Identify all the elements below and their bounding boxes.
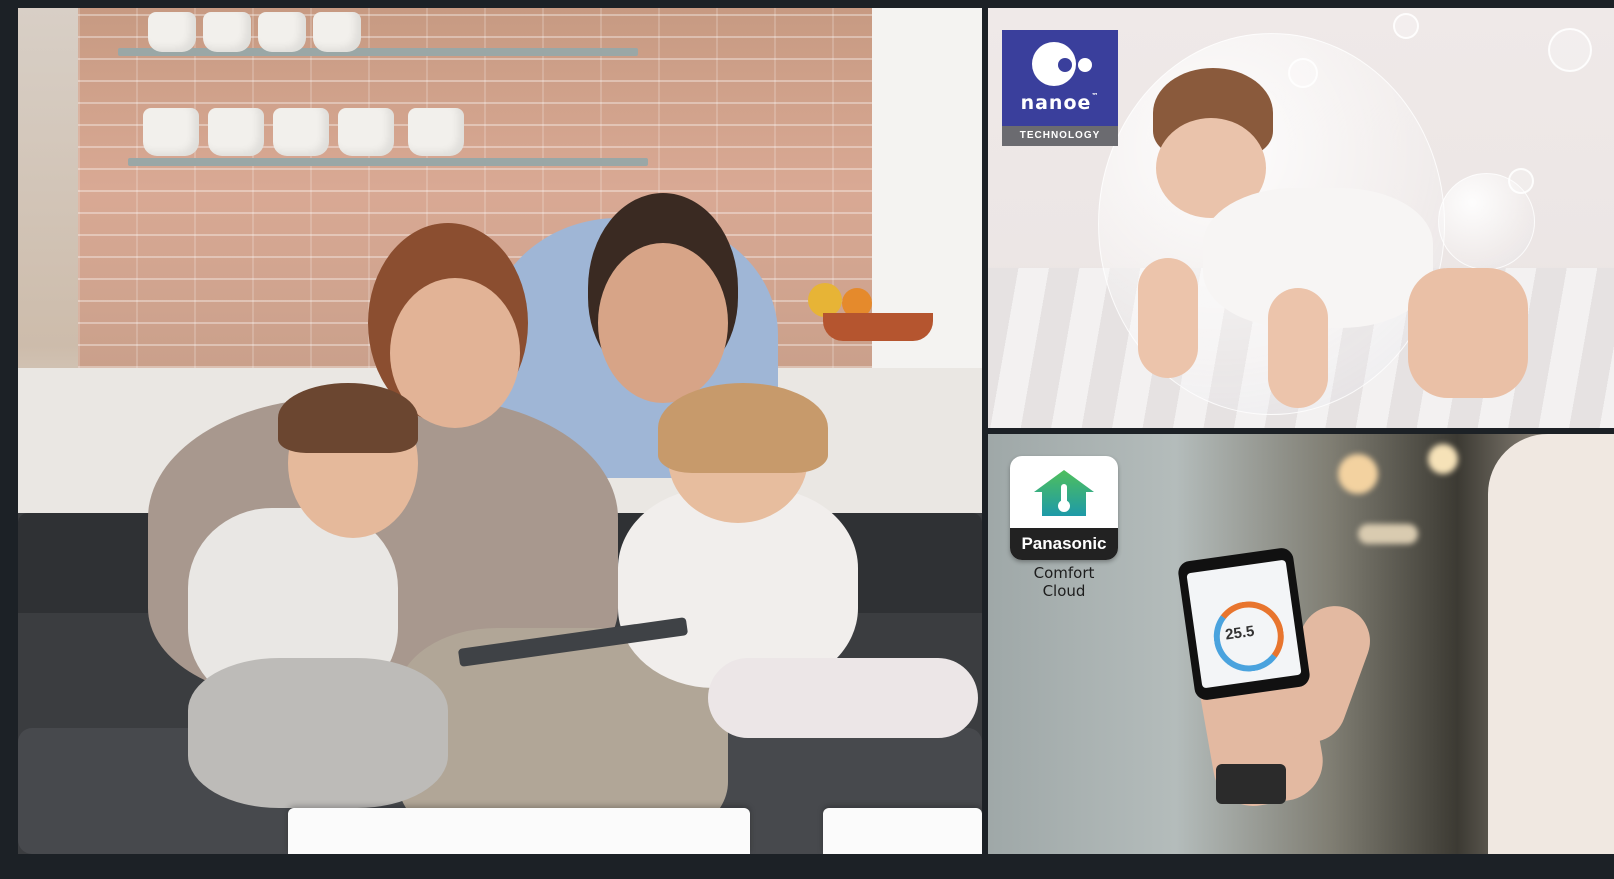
comfort-cloud-caption: Comfort Cloud bbox=[1033, 564, 1095, 600]
baby-arm bbox=[1138, 258, 1198, 378]
nanoe-mark-icon bbox=[1032, 42, 1076, 86]
panasonic-brand: Panasonic bbox=[1010, 528, 1118, 560]
nanoe-logo-subtitle: TECHNOLOGY bbox=[1002, 126, 1118, 146]
baby-leg bbox=[1408, 268, 1528, 398]
air-conditioner-unit-right bbox=[823, 808, 982, 854]
boy-pants bbox=[188, 658, 448, 808]
comfort-cloud-phone-photo: 25.5 Panasonic Comfort Cloud bbox=[988, 434, 1614, 854]
smartphone: 25.5 bbox=[1176, 546, 1312, 702]
boy-hair bbox=[278, 383, 418, 453]
nanoe-logo-word: nanoe bbox=[1020, 92, 1092, 114]
person-torso bbox=[1488, 434, 1614, 854]
nanoe-technology-logo: nanoe™ TECHNOLOGY bbox=[1002, 30, 1118, 148]
upper-shelf bbox=[118, 48, 638, 56]
fruit-bowl bbox=[823, 313, 933, 341]
nanoe-baby-photo: nanoe™ TECHNOLOGY bbox=[988, 8, 1614, 428]
panasonic-comfort-cloud-logo: Panasonic Comfort Cloud bbox=[1010, 456, 1118, 600]
family-photo bbox=[18, 8, 982, 854]
girl-legs bbox=[708, 658, 978, 738]
wristwatch bbox=[1216, 764, 1286, 804]
father-face bbox=[598, 243, 728, 403]
house-thermometer-icon bbox=[1034, 470, 1094, 516]
girl-hair bbox=[658, 383, 828, 473]
lower-shelf bbox=[128, 158, 648, 166]
comfort-cloud-app-screen: 25.5 bbox=[1186, 559, 1302, 689]
nanoe-trademark: ™ bbox=[1091, 92, 1100, 100]
air-conditioner-unit-left bbox=[288, 808, 750, 854]
